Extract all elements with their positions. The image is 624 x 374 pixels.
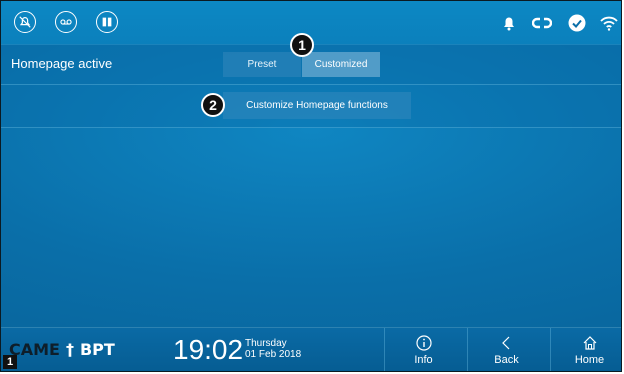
- homepage-active-label: Homepage active: [11, 56, 113, 71]
- came-bpt-logo: CAME † BPT: [9, 340, 115, 359]
- doors-icon[interactable]: [96, 11, 118, 33]
- home-button[interactable]: Home: [550, 328, 621, 371]
- bell-icon: [498, 12, 520, 34]
- callout-1: 1: [290, 33, 314, 57]
- device-screen: Homepage active Preset Customized Custom…: [0, 0, 622, 372]
- home-icon: [583, 336, 596, 350]
- customize-homepage-functions-button[interactable]: Customize Homepage functions: [223, 92, 411, 119]
- logo-bpt-text: BPT: [79, 340, 115, 359]
- callout-2: 2: [201, 93, 225, 117]
- back-chevron-icon: [501, 336, 509, 350]
- day-label: Thursday: [245, 338, 287, 349]
- date-block: Thursday 01 Feb 2018: [245, 338, 301, 360]
- info-button[interactable]: Info: [384, 328, 462, 371]
- bottom-bar: CAME † BPT 19:02 Thursday 01 Feb 2018 In…: [1, 327, 621, 371]
- wifi-icon: [598, 12, 620, 34]
- customized-option-button[interactable]: Customized: [302, 52, 380, 77]
- check-circle-icon: [566, 12, 588, 34]
- link-icon: [531, 12, 553, 34]
- customize-functions-row: Customize Homepage functions: [1, 85, 621, 128]
- date-label: 01 Feb 2018: [245, 349, 302, 360]
- logo-symbol-icon: †: [65, 340, 74, 359]
- back-label: Back: [494, 354, 519, 366]
- muted-bell-icon[interactable]: [14, 11, 36, 33]
- clock-time: 19:02: [173, 334, 244, 365]
- info-icon: [415, 335, 432, 351]
- page-number-badge: 1: [3, 355, 17, 369]
- home-label: Home: [574, 354, 605, 366]
- voicemail-icon[interactable]: [55, 11, 77, 33]
- preset-option-button[interactable]: Preset: [223, 52, 301, 77]
- info-label: Info: [414, 354, 433, 366]
- back-button[interactable]: Back: [467, 328, 545, 371]
